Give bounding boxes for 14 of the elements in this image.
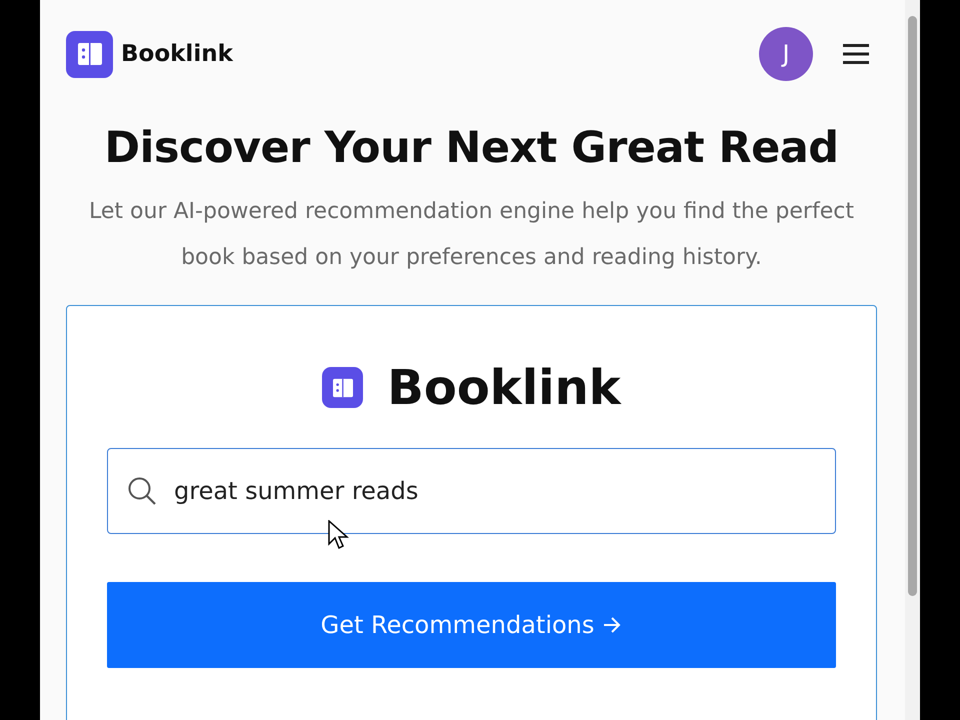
search-field[interactable]: great summer reads — [107, 448, 836, 534]
brand-name: Booklink — [387, 358, 621, 418]
logo-icon — [66, 30, 113, 78]
brand-name[interactable]: Booklink — [121, 36, 233, 72]
page-subtitle: Let our AI-powered recommendation engine help you find the perfect book based on your preferences and reading history. — [88, 198, 855, 272]
search-icon — [127, 476, 157, 506]
arrow-right-icon — [602, 616, 622, 634]
logo-icon — [322, 367, 364, 408]
mouse-pointer-icon — [328, 520, 350, 550]
scrollbar-thumb[interactable] — [908, 16, 917, 596]
page-heading: Discover Your Next Great Read — [103, 122, 840, 175]
menu-icon[interactable] — [843, 43, 869, 65]
user-avatar[interactable]: J — [759, 27, 813, 81]
get-recommendations-button[interactable]: Get Recommendations — [107, 582, 836, 668]
